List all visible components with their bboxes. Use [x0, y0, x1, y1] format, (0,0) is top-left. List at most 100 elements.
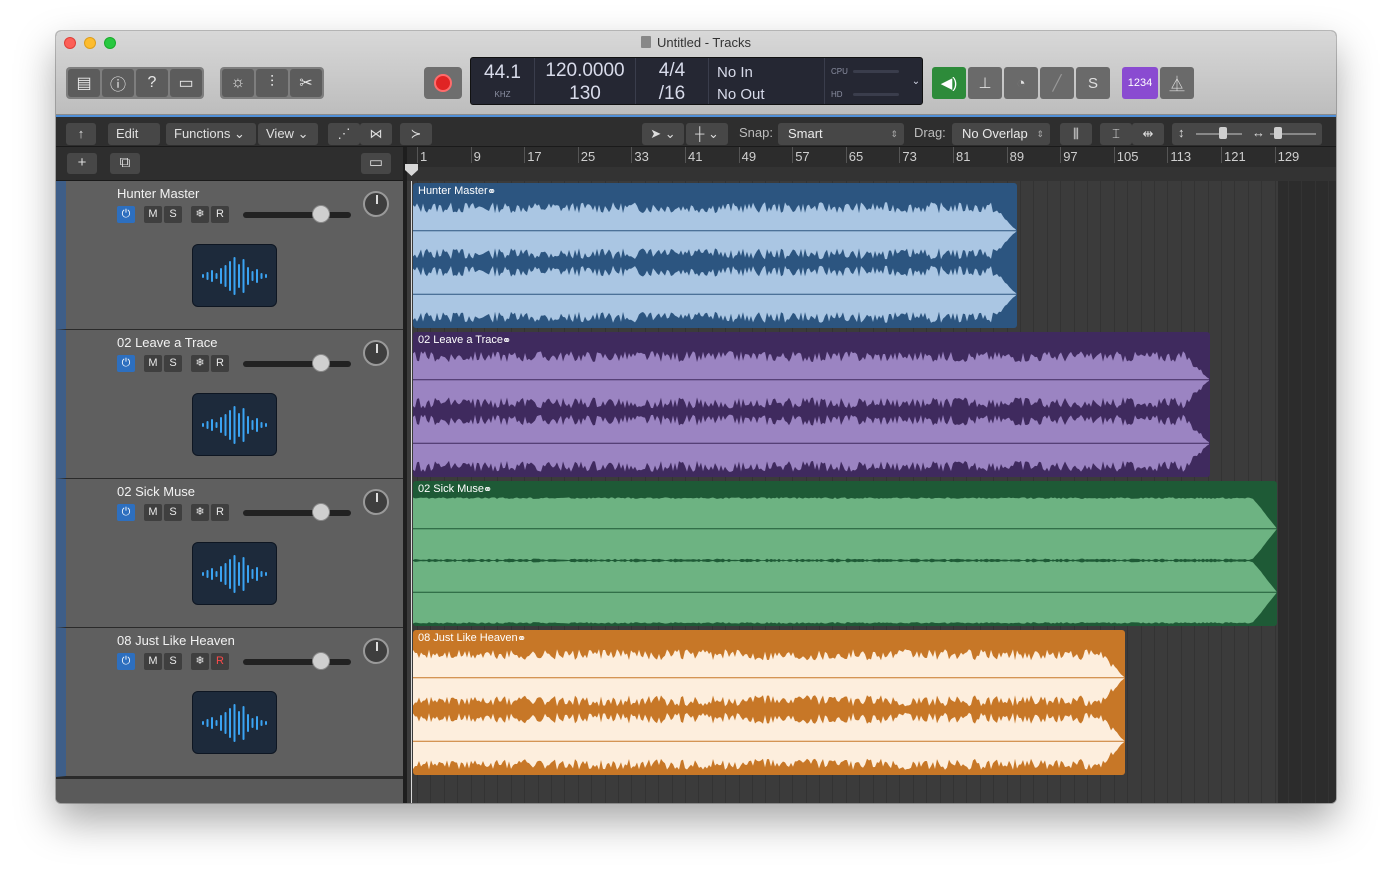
audio-region[interactable]: 08 Just Like Heaven ⚭ [413, 630, 1125, 775]
audio-track-icon[interactable] [192, 691, 277, 754]
record-button[interactable] [424, 67, 462, 99]
bar-ruler[interactable]: 1 9 17 25 33 41 49 57 65 73 81 89 97 105 113 121 129 [407, 147, 1336, 181]
speaker-icon[interactable]: ◀) [932, 67, 966, 99]
lcd-mode-chevron-icon[interactable]: ⌄ [909, 57, 923, 105]
record-enable-button[interactable]: R [211, 504, 229, 521]
mute-button[interactable]: M [144, 355, 162, 372]
track-name[interactable]: 08 Just Like Heaven [117, 633, 235, 648]
volume-fader[interactable] [243, 361, 351, 367]
input-label: No In [717, 64, 753, 81]
control-bar: Untitled - Tracks ▤ ⓘ ? ▭ ☼ ⫶ ✂ 44.1 KHZ… [56, 31, 1336, 115]
tuner-icon[interactable]: ⊥ [968, 67, 1002, 99]
vertical-zoom-icon: ↕ [1178, 125, 1185, 140]
record-enable-button[interactable]: R [211, 355, 229, 372]
metronome-icon[interactable]: ⏅ [1160, 67, 1194, 99]
tempo-cell[interactable]: 120.0000 130 [535, 58, 636, 104]
audio-track-icon[interactable] [192, 542, 277, 605]
count-in-button[interactable]: 1234 [1122, 67, 1158, 99]
functions-menu[interactable]: Functions ⌄ [166, 123, 256, 145]
volume-fader[interactable] [243, 510, 351, 516]
pan-knob[interactable] [363, 489, 389, 515]
freeze-button[interactable]: ❄ [191, 504, 209, 521]
audio-region[interactable]: 02 Leave a Trace ⚭ [413, 332, 1210, 477]
pan-knob[interactable] [363, 191, 389, 217]
solo-button[interactable]: S [164, 653, 182, 670]
volume-fader-knob[interactable] [312, 354, 330, 372]
freeze-button[interactable]: ❄ [191, 206, 209, 223]
freeze-button[interactable]: ❄ [191, 355, 209, 372]
solo-button[interactable]: S [164, 206, 182, 223]
waveform-zoom-icon[interactable]: ⫼ [1060, 123, 1092, 145]
catch-icon[interactable]: ≻ [400, 123, 432, 145]
solo-icon[interactable]: S [1076, 67, 1110, 99]
library-icon[interactable]: ▤ [68, 69, 100, 97]
editors-scissors-icon[interactable]: ✂ [290, 69, 322, 97]
cycle-area[interactable] [407, 167, 1336, 181]
mute-button[interactable]: M [144, 653, 162, 670]
smart-controls-icon[interactable]: ☼ [222, 69, 254, 97]
solo-button[interactable]: S [164, 504, 182, 521]
volume-fader-knob[interactable] [312, 652, 330, 670]
track-headers: Hunter Master ⏻ M S ❄ R 02 Leave a Trace… [56, 181, 403, 778]
arrange-area[interactable]: Hunter Master ⚭ 02 Leave a Trace ⚭ 02 Sick… [407, 181, 1336, 803]
view-menu[interactable]: View ⌄ [258, 123, 318, 145]
crosshair-tool-icon[interactable]: ┼ ⌄ [686, 123, 728, 145]
horizontal-zoom-knob[interactable] [1274, 127, 1282, 139]
mixer-icon[interactable]: ⫶ [256, 69, 288, 97]
freeze-button[interactable]: ❄ [191, 653, 209, 670]
gauge-icon[interactable]: ◔ [1004, 67, 1038, 99]
track-on-off-icon[interactable]: ⏻ [117, 206, 135, 223]
pan-knob[interactable] [363, 340, 389, 366]
snap-select[interactable]: Smart ⇕ [778, 123, 904, 145]
track-name[interactable]: 02 Leave a Trace [117, 335, 217, 350]
audio-track-icon[interactable] [192, 244, 277, 307]
track-on-off-icon[interactable]: ⏻ [117, 504, 135, 521]
mute-button[interactable]: M [144, 504, 162, 521]
solo-button[interactable]: S [164, 355, 182, 372]
hd-meter [853, 93, 899, 96]
track-header[interactable]: 08 Just Like Heaven ⏻ M S ❄ R [56, 628, 403, 777]
volume-fader[interactable] [243, 659, 351, 665]
track-header[interactable]: Hunter Master ⏻ M S ❄ R [56, 181, 403, 330]
edit-menu[interactable]: Edit ⌄ [108, 123, 160, 163]
pan-knob[interactable] [363, 638, 389, 664]
record-enable-button[interactable]: R [211, 206, 229, 223]
automation-icon[interactable]: ⋰ [328, 123, 360, 145]
region-waveform [413, 649, 1125, 770]
brush-icon[interactable]: ╱ [1040, 67, 1074, 99]
audio-track-icon[interactable] [192, 393, 277, 456]
input-output-cell[interactable]: No In No Out [709, 58, 825, 104]
duplicate-track-icon[interactable]: ⧉ [110, 153, 140, 174]
audio-region[interactable]: 02 Sick Muse ⚭ [413, 481, 1277, 626]
track-header[interactable]: 02 Leave a Trace ⏻ M S ❄ R [56, 330, 403, 479]
playhead[interactable] [411, 181, 412, 803]
pointer-tool-icon[interactable]: ➤ ⌄ [642, 123, 684, 145]
track-on-off-icon[interactable]: ⏻ [117, 355, 135, 372]
volume-fader[interactable] [243, 212, 351, 218]
horizontal-fit-icon[interactable]: ⇹ [1132, 123, 1164, 145]
mute-button[interactable]: M [144, 206, 162, 223]
track-name[interactable]: 02 Sick Muse [117, 484, 195, 499]
toolbar-icon[interactable]: ▭ [170, 69, 202, 97]
time-signature-cell[interactable]: 4/4 /16 [636, 58, 709, 104]
view-buttons-group: ▤ ⓘ ? ▭ [66, 67, 204, 99]
flex-icon[interactable]: ⋈ [360, 123, 392, 145]
global-tracks-icon[interactable]: ▭ [361, 153, 391, 174]
audio-region[interactable]: Hunter Master ⚭ [413, 183, 1017, 328]
time-signature-top: 4/4 [658, 60, 686, 81]
record-enable-button[interactable]: R [211, 653, 229, 670]
track-on-off-icon[interactable]: ⏻ [117, 653, 135, 670]
add-track-icon[interactable]: + [67, 153, 97, 174]
drag-select[interactable]: No Overlap ⇕ [952, 123, 1050, 145]
editors-buttons-group: ☼ ⫶ ✂ [220, 67, 324, 99]
back-arrow-icon[interactable]: ↑ [66, 123, 96, 145]
vertical-zoom-knob[interactable] [1219, 127, 1227, 139]
volume-fader-knob[interactable] [312, 205, 330, 223]
track-name[interactable]: Hunter Master [117, 186, 199, 201]
vertical-fit-icon[interactable]: ⌶ [1100, 123, 1132, 145]
quick-help-icon[interactable]: ? [136, 69, 168, 97]
inspector-icon[interactable]: ⓘ [102, 69, 134, 97]
region-name: Hunter Master [418, 185, 488, 197]
volume-fader-knob[interactable] [312, 503, 330, 521]
track-header[interactable]: 02 Sick Muse ⏻ M S ❄ R [56, 479, 403, 628]
